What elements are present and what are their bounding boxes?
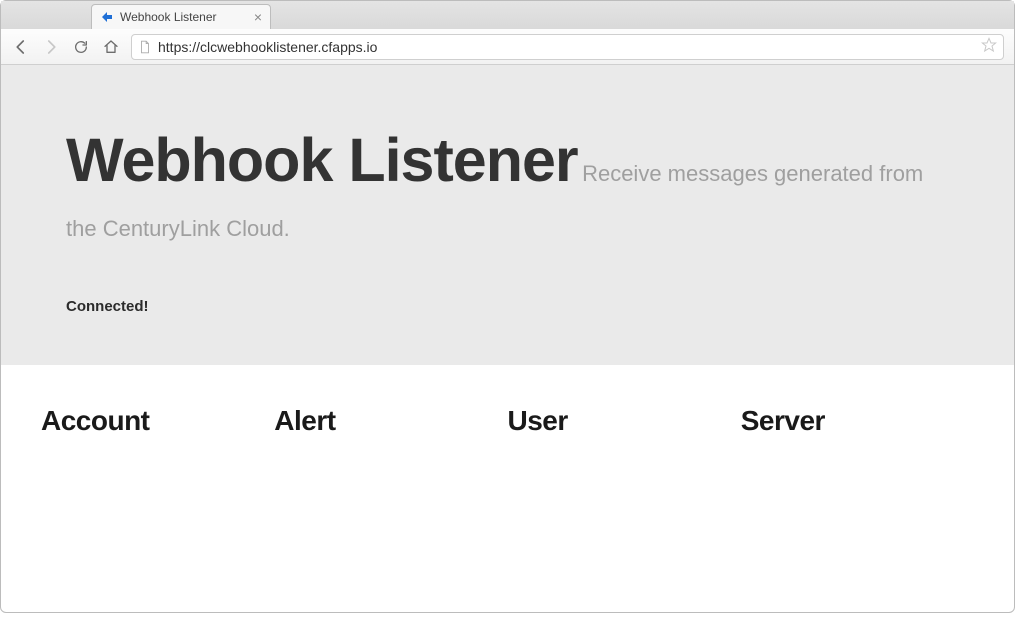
reload-button[interactable] xyxy=(71,37,91,57)
column-heading: User xyxy=(508,405,741,437)
page-icon xyxy=(138,40,152,54)
page-title: Webhook Listener xyxy=(66,126,578,194)
address-bar[interactable]: https://clcwebhooklistener.cfapps.io xyxy=(131,34,1004,60)
page-viewport: Webhook Listener Receive messages genera… xyxy=(1,65,1014,618)
column-heading: Account xyxy=(41,405,274,437)
home-button[interactable] xyxy=(101,37,121,57)
column-server: Server xyxy=(741,405,974,437)
tab-title: Webhook Listener xyxy=(120,10,246,24)
column-user: User xyxy=(508,405,741,437)
bookmark-star-icon[interactable] xyxy=(981,37,997,56)
browser-toolbar: https://clcwebhooklistener.cfapps.io xyxy=(1,29,1014,65)
column-heading: Server xyxy=(741,405,974,437)
hero-section: Webhook Listener Receive messages genera… xyxy=(1,65,1014,365)
forward-button[interactable] xyxy=(41,37,61,57)
tab-strip: Webhook Listener × xyxy=(1,1,1014,29)
tab-close-icon[interactable]: × xyxy=(254,10,262,24)
browser-tab[interactable]: Webhook Listener × xyxy=(91,4,271,29)
url-text: https://clcwebhooklistener.cfapps.io xyxy=(158,39,975,55)
column-account: Account xyxy=(41,405,274,437)
category-columns: Account Alert User Server xyxy=(1,365,1014,477)
back-button[interactable] xyxy=(11,37,31,57)
column-heading: Alert xyxy=(274,405,507,437)
column-alert: Alert xyxy=(274,405,507,437)
tab-favicon-icon xyxy=(100,10,114,24)
connection-status: Connected! xyxy=(66,298,949,315)
